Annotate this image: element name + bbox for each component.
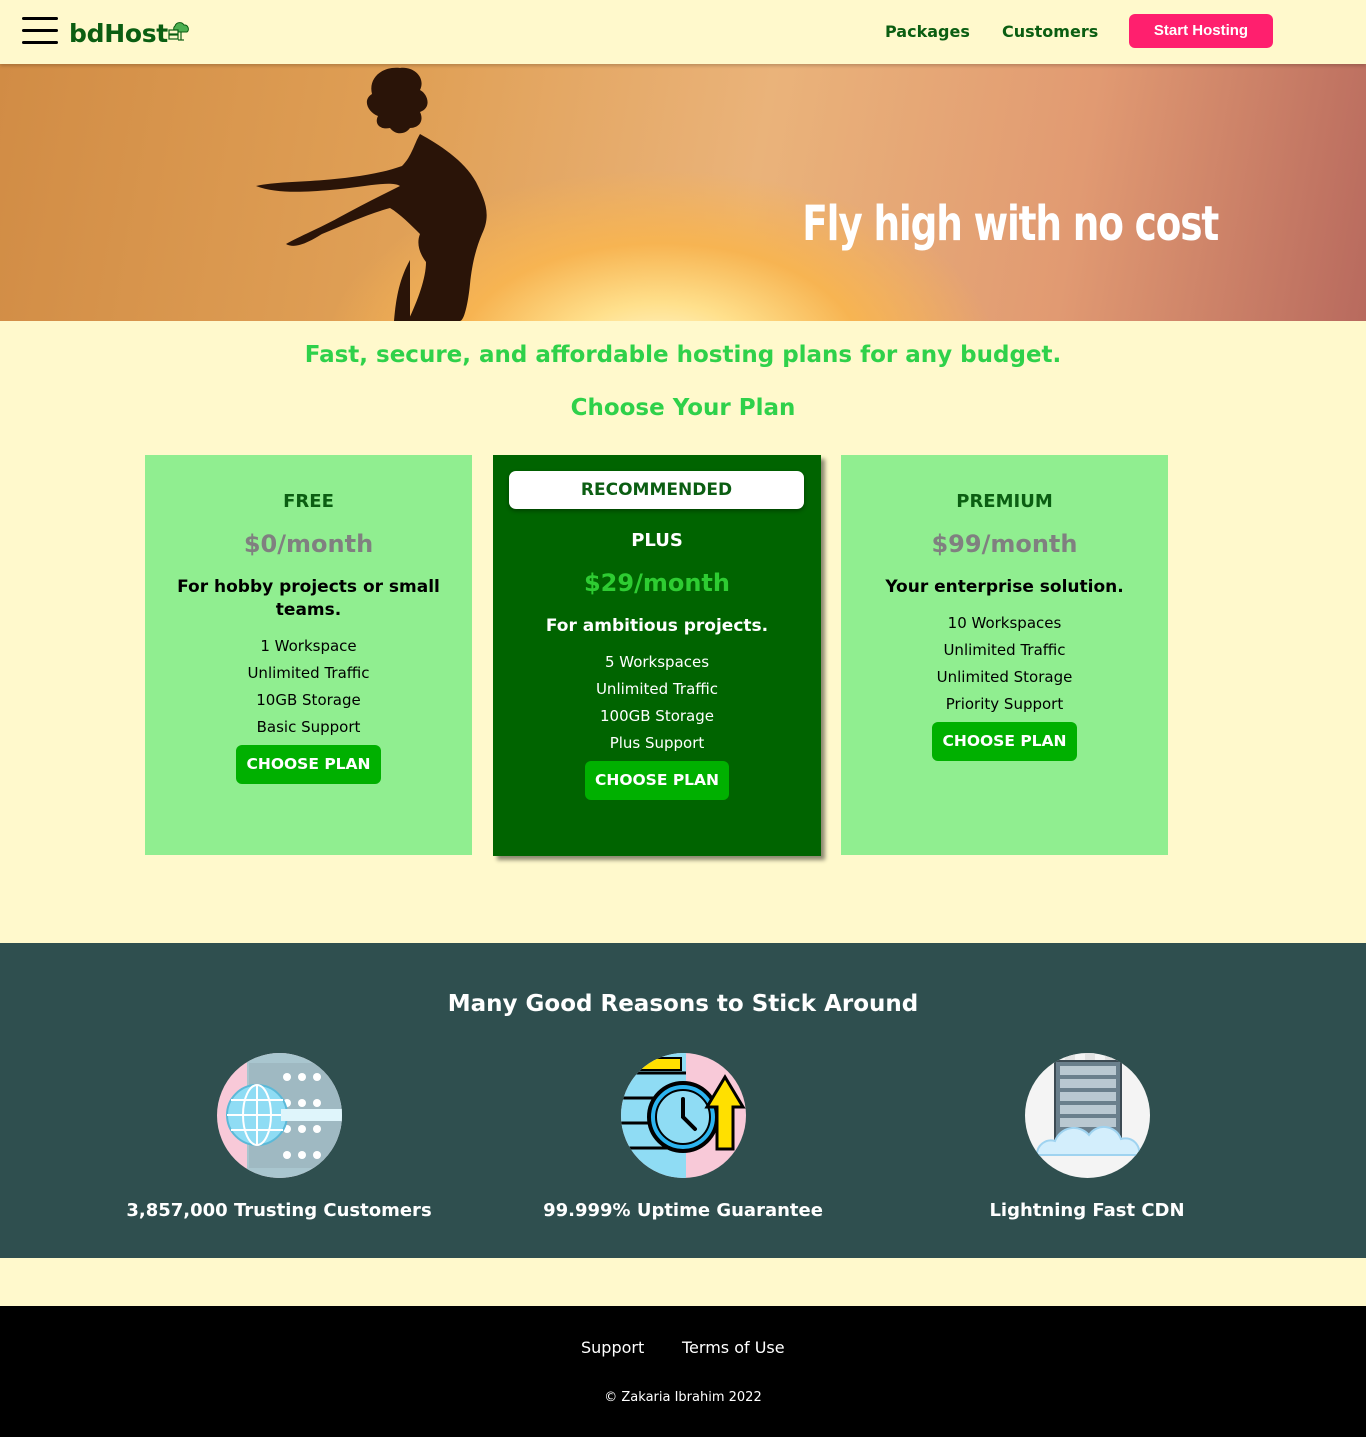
plan-description: For ambitious projects.: [545, 616, 769, 636]
plan-name: PLUS: [631, 530, 683, 551]
woman-silhouette-image: [256, 67, 487, 321]
nav-link-packages[interactable]: Packages: [885, 22, 970, 41]
cloud-server-icon: [1024, 1053, 1150, 1178]
plan-card-free: FREE $0/month For hobby projects or smal…: [145, 455, 472, 855]
reason-uptime: 99.999% Uptime Guarantee: [513, 1053, 853, 1221]
choose-plan-plus-button[interactable]: CHOOSE PLAN: [584, 761, 730, 800]
hamburger-menu-icon[interactable]: [22, 17, 58, 47]
reason-caption: 99.999% Uptime Guarantee: [543, 1200, 823, 1221]
feature-list: 1 Workspace Unlimited Traffic 10GB Stora…: [145, 633, 472, 741]
choose-plan-free-button[interactable]: CHOOSE PLAN: [236, 745, 381, 784]
feature-item: Priority Support: [945, 695, 1064, 713]
feature-item: 10GB Storage: [256, 691, 361, 709]
reasons-heading: Many Good Reasons to Stick Around: [447, 991, 919, 1017]
hero-banner: Fly high with no cost: [0, 64, 1366, 321]
globe-server-icon: [216, 1053, 342, 1178]
choose-plan-heading: Choose Your Plan: [570, 395, 796, 421]
plan-price: $99/month: [931, 530, 1078, 558]
recommended-badge: RECOMMENDED: [509, 471, 804, 509]
reason-caption: Lightning Fast CDN: [989, 1200, 1185, 1221]
feature-item: Unlimited Traffic: [247, 664, 370, 682]
feature-item: 1 Workspace: [260, 637, 357, 655]
hero-headline: Fly high with no cost: [802, 196, 1219, 252]
choose-plan-premium-button[interactable]: CHOOSE PLAN: [932, 722, 1077, 761]
plan-name: PREMIUM: [956, 491, 1053, 512]
start-hosting-button[interactable]: Start Hosting: [1129, 14, 1273, 48]
feature-item: 5 Workspaces: [604, 653, 710, 671]
plan-price: $29/month: [583, 569, 730, 597]
feature-item: Basic Support: [256, 718, 361, 736]
plan-card-plus: RECOMMENDED PLUS $29/month For ambitious…: [493, 455, 821, 856]
feature-item: 100GB Storage: [599, 707, 714, 725]
plan-card-premium: PREMIUM $99/month Your enterprise soluti…: [841, 455, 1168, 855]
feature-item: Unlimited Traffic: [943, 641, 1066, 659]
feature-item: 10 Workspaces: [947, 614, 1062, 632]
feature-item: Plus Support: [609, 734, 705, 752]
nav-link-customers[interactable]: Customers: [1002, 22, 1098, 41]
plan-name: FREE: [283, 491, 334, 512]
footer-link-terms[interactable]: Terms of Use: [682, 1338, 785, 1357]
feature-list: 5 Workspaces Unlimited Traffic 100GB Sto…: [493, 649, 821, 757]
reasons-section: Many Good Reasons to Stick Around 3,857,…: [0, 943, 1366, 1258]
copyright-text: © Zakaria Ibrahim 2022: [604, 1390, 762, 1405]
feature-item: Unlimited Traffic: [595, 680, 719, 698]
cloud-server-logo-icon: [168, 22, 189, 41]
brand-logo-text[interactable]: bdHost: [69, 19, 168, 48]
plan-price: $0/month: [243, 530, 374, 558]
page-footer: Support Terms of Use © Zakaria Ibrahim 2…: [0, 1306, 1366, 1437]
feature-item: Unlimited Storage: [936, 668, 1073, 686]
top-navbar: bdHost Packages Customers Start Hosting: [0, 0, 1366, 64]
reason-customers: 3,857,000 Trusting Customers: [109, 1053, 449, 1221]
footer-link-support[interactable]: Support: [581, 1338, 644, 1357]
plan-description: For hobby projects or small teams.: [177, 577, 440, 620]
feature-list: 10 Workspaces Unlimited Traffic Unlimite…: [841, 610, 1168, 718]
plan-description: Your enterprise solution.: [885, 577, 1124, 597]
reason-caption: 3,857,000 Trusting Customers: [126, 1200, 432, 1221]
tagline-heading: Fast, secure, and affordable hosting pla…: [304, 342, 1062, 368]
clock-uptime-icon: [620, 1053, 746, 1178]
reason-cdn: Lightning Fast CDN: [917, 1053, 1257, 1221]
